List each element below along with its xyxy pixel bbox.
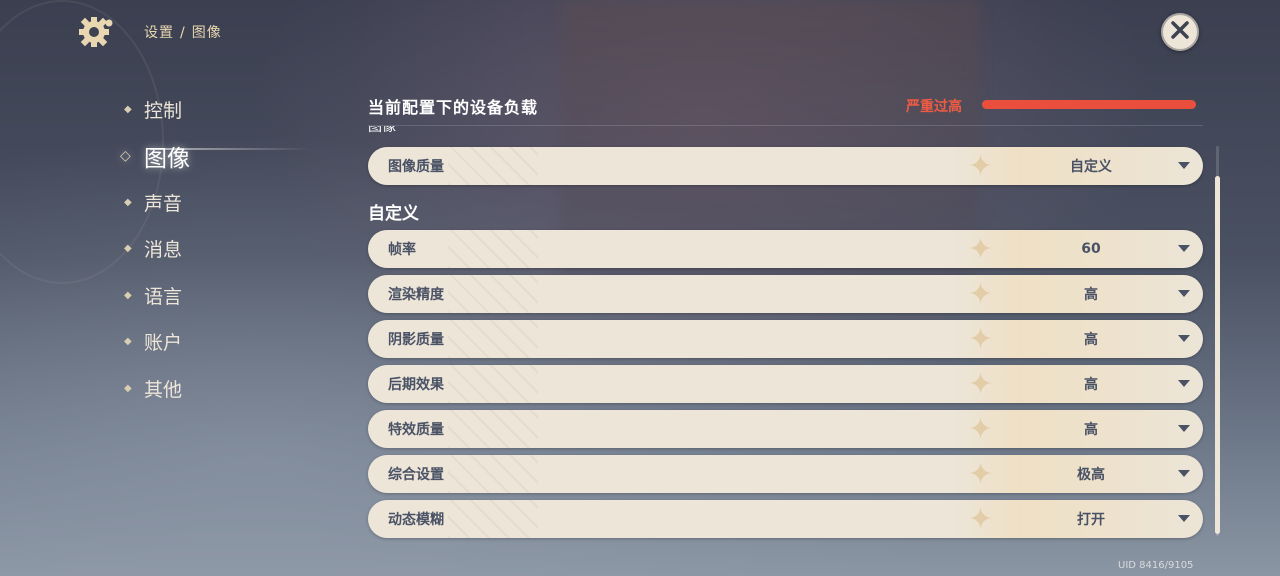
close-button[interactable] (1161, 13, 1199, 51)
setting-label: 帧率 (388, 242, 416, 258)
nav-item-notifications[interactable]: ◆ 消息 (124, 226, 190, 273)
nav-item-account[interactable]: ◆ 账户 (124, 319, 190, 366)
row-pattern (448, 320, 538, 358)
setting-label: 综合设置 (388, 467, 444, 483)
nav-item-language[interactable]: ◆ 语言 (124, 272, 190, 319)
scrollbar-thumb[interactable] (1215, 176, 1220, 534)
row-pattern (448, 230, 538, 268)
nav-item-label: 消息 (144, 239, 183, 262)
row-sparkle-icon: ✦ (968, 277, 994, 312)
nav-item-controls[interactable]: ◆ 控制 (124, 86, 190, 133)
frame-rate-dropdown[interactable]: ✦ 帧率 60 (368, 230, 1203, 268)
row-sparkle-icon: ✦ (968, 322, 994, 357)
nav-item-audio[interactable]: ◆ 声音 (124, 179, 190, 226)
breadcrumb-page: 图像 (191, 25, 222, 41)
row-pattern (448, 455, 538, 493)
nav-item-label: 控制 (144, 99, 183, 122)
setting-label: 图像质量 (388, 159, 444, 175)
caret-down-icon (1178, 425, 1190, 432)
top-bar: 设置 / 图像 (78, 14, 222, 50)
close-icon (1169, 19, 1191, 45)
breadcrumb-section: 设置 (144, 25, 174, 41)
nav-bullet-icon: ◆ (124, 382, 132, 394)
row-sparkle-icon: ✦ (968, 457, 994, 492)
breadcrumb-separator: / (180, 25, 186, 41)
post-processing-dropdown[interactable]: ✦ 后期效果 高 (368, 365, 1203, 403)
nav-item-label: 图像 (144, 145, 190, 172)
graphics-quality-dropdown[interactable]: ✦ 图像质量 自定义 (368, 147, 1203, 185)
nav-bullet-icon: ◆ (124, 103, 132, 115)
row-sparkle-icon: ✦ (968, 412, 994, 447)
header-divider (368, 125, 1203, 126)
setting-label: 渲染精度 (388, 287, 444, 303)
nav-item-graphics[interactable]: ◇ 图像 (120, 133, 190, 180)
nav-bullet-icon: ◆ (124, 289, 132, 301)
caret-down-icon (1178, 290, 1190, 297)
setting-label: 动态模糊 (388, 512, 444, 528)
caret-down-icon (1178, 162, 1190, 169)
row-pattern (448, 147, 538, 185)
nav-active-glow (150, 148, 310, 150)
uid-label: UID 8416/9105 (1118, 560, 1194, 571)
nav-item-other[interactable]: ◆ 其他 (124, 365, 190, 412)
row-pattern (448, 275, 538, 313)
setting-value: 60 (1081, 241, 1101, 257)
row-sparkle-icon: ✦ (968, 367, 994, 402)
breadcrumb: 设置 / 图像 (144, 22, 222, 42)
device-load-bar-fill (982, 100, 1196, 109)
shadow-quality-dropdown[interactable]: ✦ 阴影质量 高 (368, 320, 1203, 358)
setting-value: 高 (1084, 422, 1098, 438)
row-pattern (448, 410, 538, 448)
nav-bullet-icon: ◆ (124, 196, 132, 208)
nav-item-label: 语言 (144, 285, 183, 308)
setting-value: 高 (1084, 332, 1098, 348)
caret-down-icon (1178, 380, 1190, 387)
row-pattern (448, 365, 538, 403)
setting-label: 后期效果 (388, 377, 444, 393)
device-load-bar (982, 100, 1196, 109)
custom-section-title: 自定义 (368, 204, 419, 224)
caret-down-icon (1178, 470, 1190, 477)
setting-label: 阴影质量 (388, 332, 444, 348)
graphics-section-label-partial: 图像 (368, 126, 396, 135)
row-sparkle-icon: ✦ (968, 232, 994, 267)
device-load-header: 当前配置下的设备负载 严重过高 (368, 94, 1198, 118)
nav-item-label: 其他 (144, 378, 183, 401)
setting-value: 自定义 (1070, 159, 1112, 175)
nav-bullet-icon: ◆ (124, 336, 132, 348)
setting-value: 高 (1084, 377, 1098, 393)
setting-value: 高 (1084, 287, 1098, 303)
effects-quality-dropdown[interactable]: ✦ 特效质量 高 (368, 410, 1203, 448)
row-pattern (448, 500, 538, 538)
settings-nav: ◆ 控制 ◇ 图像 ◆ 声音 ◆ 消息 ◆ 语言 ◆ 账户 ◆ 其他 (120, 86, 190, 412)
device-load-status: 严重过高 (906, 99, 962, 115)
nav-item-label: 声音 (144, 192, 183, 215)
overall-settings-dropdown[interactable]: ✦ 综合设置 极高 (368, 455, 1203, 493)
caret-down-icon (1178, 335, 1190, 342)
motion-blur-dropdown[interactable]: ✦ 动态模糊 打开 (368, 500, 1203, 538)
caret-down-icon (1178, 245, 1190, 252)
setting-value: 极高 (1077, 467, 1105, 483)
device-load-title: 当前配置下的设备负载 (368, 98, 539, 117)
nav-active-diamond-icon: ◇ (120, 147, 131, 164)
nav-item-label: 账户 (144, 332, 183, 355)
setting-label: 特效质量 (388, 422, 444, 438)
caret-down-icon (1178, 515, 1190, 522)
row-sparkle-icon: ✦ (968, 149, 994, 184)
render-resolution-dropdown[interactable]: ✦ 渲染精度 高 (368, 275, 1203, 313)
row-sparkle-icon: ✦ (968, 502, 994, 537)
gear-icon (78, 14, 114, 50)
nav-bullet-icon: ◆ (124, 243, 132, 255)
setting-value: 打开 (1077, 512, 1105, 528)
